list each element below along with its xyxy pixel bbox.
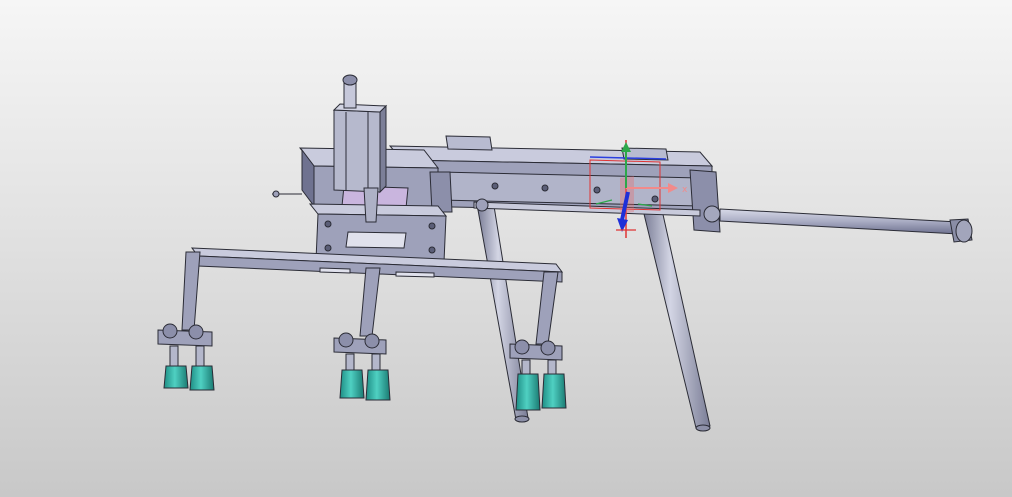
mounting-plate[interactable] <box>308 203 448 263</box>
rail-end-block[interactable] <box>689 169 721 233</box>
assembly-model[interactable]: x <box>0 0 1012 497</box>
pneumatic-cylinder-rod[interactable] <box>473 198 973 243</box>
vertical-support-rod-right[interactable] <box>643 209 711 432</box>
x-axis-label: x <box>682 185 688 195</box>
suction-cup-group-middle[interactable] <box>333 332 391 401</box>
cad-3d-viewport[interactable]: x <box>0 0 1012 497</box>
suction-cup-group-left[interactable] <box>157 323 215 391</box>
suction-cup-group-right[interactable] <box>509 339 567 411</box>
